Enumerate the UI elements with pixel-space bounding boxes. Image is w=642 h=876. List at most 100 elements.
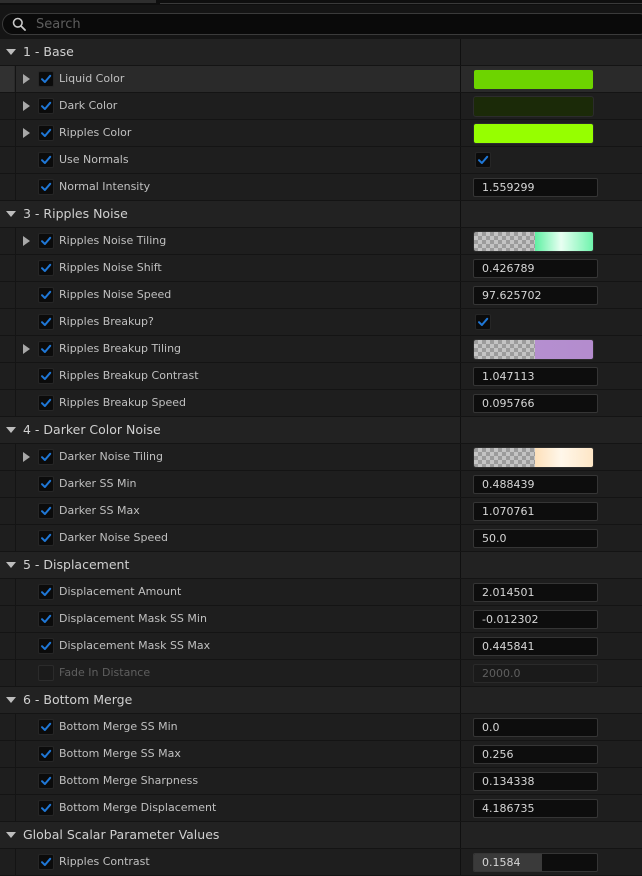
number-field[interactable]: 0.0 bbox=[473, 718, 598, 737]
collapse-arrow-icon[interactable] bbox=[6, 211, 16, 217]
search-input[interactable] bbox=[36, 15, 626, 33]
value-checkbox[interactable] bbox=[475, 314, 491, 330]
column-splitter[interactable] bbox=[460, 336, 461, 362]
override-checkbox[interactable] bbox=[38, 98, 54, 114]
number-field[interactable]: 2.014501 bbox=[473, 583, 598, 602]
color-curve-swatch[interactable] bbox=[473, 447, 594, 468]
column-splitter[interactable] bbox=[460, 741, 461, 767]
column-splitter[interactable] bbox=[460, 147, 461, 173]
column-splitter[interactable] bbox=[460, 471, 461, 497]
column-splitter[interactable] bbox=[460, 390, 461, 416]
expand-arrow-icon[interactable] bbox=[23, 344, 30, 354]
column-splitter[interactable] bbox=[460, 633, 461, 659]
override-checkbox[interactable] bbox=[38, 314, 54, 330]
override-checkbox[interactable] bbox=[38, 530, 54, 546]
number-field[interactable]: 0.488439 bbox=[473, 475, 598, 494]
number-field[interactable]: 0.095766 bbox=[473, 394, 598, 413]
collapse-arrow-icon[interactable] bbox=[6, 427, 16, 433]
category-header[interactable]: Global Scalar Parameter Values bbox=[0, 822, 642, 849]
column-splitter[interactable] bbox=[460, 66, 461, 92]
override-checkbox[interactable] bbox=[38, 854, 54, 870]
category-header[interactable]: 4 - Darker Color Noise bbox=[0, 417, 642, 444]
number-field[interactable]: 4.186735 bbox=[473, 799, 598, 818]
column-splitter[interactable] bbox=[460, 201, 461, 227]
override-checkbox[interactable] bbox=[38, 611, 54, 627]
expand-arrow-icon[interactable] bbox=[23, 101, 30, 111]
column-splitter[interactable] bbox=[460, 552, 461, 578]
column-splitter[interactable] bbox=[460, 444, 461, 470]
column-splitter[interactable] bbox=[460, 687, 461, 713]
column-splitter[interactable] bbox=[460, 606, 461, 632]
override-checkbox[interactable] bbox=[38, 287, 54, 303]
category-header[interactable]: 5 - Displacement bbox=[0, 552, 642, 579]
color-swatch[interactable] bbox=[473, 123, 594, 144]
override-checkbox[interactable] bbox=[38, 638, 54, 654]
column-splitter[interactable] bbox=[460, 525, 461, 551]
number-field[interactable]: -0.012302 bbox=[473, 610, 598, 629]
column-splitter[interactable] bbox=[460, 849, 461, 875]
slider-field[interactable]: 0.1584 bbox=[473, 853, 598, 872]
expand-arrow-icon[interactable] bbox=[23, 128, 30, 138]
number-field[interactable]: 1.559299 bbox=[473, 178, 598, 197]
override-checkbox[interactable] bbox=[38, 584, 54, 600]
number-field[interactable]: 97.625702 bbox=[473, 286, 598, 305]
override-checkbox[interactable] bbox=[38, 152, 54, 168]
column-splitter[interactable] bbox=[460, 255, 461, 281]
column-splitter[interactable] bbox=[460, 282, 461, 308]
expand-arrow-icon[interactable] bbox=[23, 236, 30, 246]
override-checkbox[interactable] bbox=[38, 125, 54, 141]
number-field[interactable]: 0.134338 bbox=[473, 772, 598, 791]
column-splitter[interactable] bbox=[460, 714, 461, 740]
column-splitter[interactable] bbox=[460, 417, 461, 443]
number-field[interactable]: 1.047113 bbox=[473, 367, 598, 386]
collapse-arrow-icon[interactable] bbox=[6, 49, 16, 55]
override-checkbox[interactable] bbox=[38, 746, 54, 762]
column-splitter[interactable] bbox=[460, 768, 461, 794]
number-field[interactable]: 0.445841 bbox=[473, 637, 598, 656]
column-splitter[interactable] bbox=[460, 120, 461, 146]
override-checkbox[interactable] bbox=[38, 260, 54, 276]
override-checkbox[interactable] bbox=[38, 719, 54, 735]
collapse-arrow-icon[interactable] bbox=[6, 697, 16, 703]
column-splitter[interactable] bbox=[460, 795, 461, 821]
column-splitter[interactable] bbox=[460, 93, 461, 119]
override-checkbox[interactable] bbox=[38, 395, 54, 411]
column-splitter[interactable] bbox=[460, 498, 461, 524]
active-tab-indicator[interactable] bbox=[0, 0, 156, 3]
category-header[interactable]: 3 - Ripples Noise bbox=[0, 201, 642, 228]
column-splitter[interactable] bbox=[460, 579, 461, 605]
number-field[interactable]: 0.256 bbox=[473, 745, 598, 764]
override-checkbox[interactable] bbox=[38, 503, 54, 519]
expand-arrow-icon[interactable] bbox=[23, 452, 30, 462]
category-header[interactable]: 6 - Bottom Merge bbox=[0, 687, 642, 714]
color-curve-swatch[interactable] bbox=[473, 231, 594, 252]
column-splitter[interactable] bbox=[460, 309, 461, 335]
column-splitter[interactable] bbox=[460, 822, 461, 848]
category-header[interactable]: 1 - Base bbox=[0, 39, 642, 66]
value-checkbox[interactable] bbox=[475, 152, 491, 168]
override-checkbox[interactable] bbox=[38, 341, 54, 357]
color-swatch[interactable] bbox=[473, 69, 594, 90]
override-checkbox[interactable] bbox=[38, 449, 54, 465]
column-splitter[interactable] bbox=[460, 660, 461, 686]
override-checkbox[interactable] bbox=[38, 665, 54, 681]
collapse-arrow-icon[interactable] bbox=[6, 562, 16, 568]
color-curve-swatch[interactable] bbox=[473, 339, 594, 360]
column-splitter[interactable] bbox=[460, 228, 461, 254]
number-field[interactable]: 0.426789 bbox=[473, 259, 598, 278]
override-checkbox[interactable] bbox=[38, 476, 54, 492]
number-field[interactable]: 50.0 bbox=[473, 529, 598, 548]
expand-arrow-icon[interactable] bbox=[23, 74, 30, 84]
override-checkbox[interactable] bbox=[38, 773, 54, 789]
override-checkbox[interactable] bbox=[38, 179, 54, 195]
column-splitter[interactable] bbox=[460, 363, 461, 389]
number-field[interactable]: 1.070761 bbox=[473, 502, 598, 521]
override-checkbox[interactable] bbox=[38, 71, 54, 87]
override-checkbox[interactable] bbox=[38, 800, 54, 816]
override-checkbox[interactable] bbox=[38, 233, 54, 249]
column-splitter[interactable] bbox=[460, 39, 461, 65]
override-checkbox[interactable] bbox=[38, 368, 54, 384]
color-swatch[interactable] bbox=[473, 96, 594, 117]
collapse-arrow-icon[interactable] bbox=[6, 832, 16, 838]
column-splitter[interactable] bbox=[460, 174, 461, 200]
